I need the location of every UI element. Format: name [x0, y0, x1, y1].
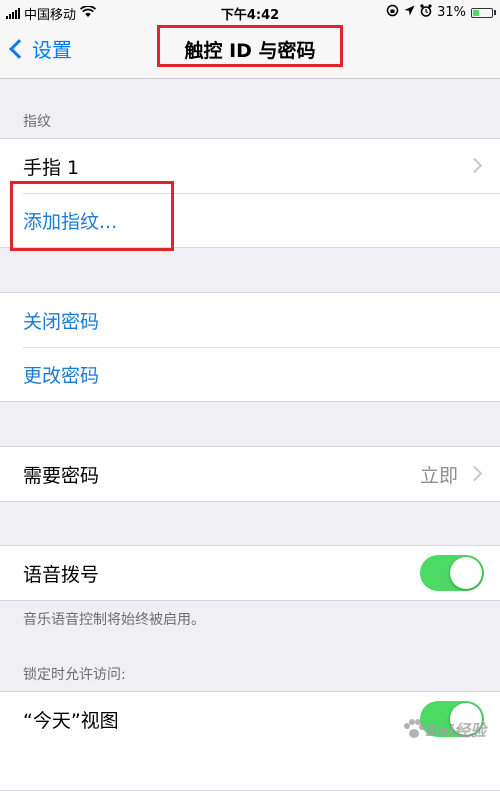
row-voice-dial: 语音拨号	[0, 546, 500, 600]
voice-dial-footnote: 音乐语音控制将始终被启用。	[23, 612, 205, 628]
status-right: 31%	[386, 4, 496, 21]
require-passcode-group: 需要密码 立即	[0, 446, 500, 502]
voice-dial-group: 语音拨号	[0, 545, 500, 601]
battery-icon	[471, 7, 493, 18]
passcode-group: 关闭密码 更改密码	[0, 292, 500, 402]
location-icon	[404, 5, 415, 20]
fingerprint-section-header: 指纹	[23, 114, 51, 130]
baidu-watermark: Bai经验	[403, 717, 486, 741]
navigation-bar: 设置 触控 ID 与密码	[0, 24, 500, 79]
row-change-passcode[interactable]: 更改密码	[0, 347, 500, 401]
turn-off-passcode-label: 关闭密码	[23, 311, 100, 333]
title-highlight-box	[157, 25, 343, 67]
row-require-passcode[interactable]: 需要密码 立即	[0, 447, 500, 501]
change-passcode-label: 更改密码	[23, 365, 100, 387]
locked-access-section-header: 锁定时允许访问:	[23, 667, 126, 683]
battery-fill	[473, 9, 479, 16]
chevron-right-icon	[466, 465, 483, 482]
finger-1-label: 手指 1	[23, 157, 80, 179]
locked-access-group: “今天”视图	[0, 691, 500, 791]
voice-dial-toggle[interactable]	[420, 555, 484, 591]
watermark-text: Bai经验	[425, 721, 486, 740]
battery-percent: 31%	[437, 5, 466, 20]
paw-logo-icon	[403, 719, 425, 739]
row-turn-off-passcode[interactable]: 关闭密码	[0, 293, 500, 347]
voice-dial-label: 语音拨号	[23, 564, 100, 586]
battery-cap	[494, 10, 496, 15]
rotation-lock-icon	[386, 4, 399, 21]
today-view-label: “今天”视图	[23, 710, 119, 732]
chevron-right-icon	[466, 157, 483, 174]
require-passcode-value: 立即	[419, 465, 458, 487]
alarm-icon	[420, 4, 432, 21]
add-fingerprint-highlight-box	[10, 181, 174, 251]
status-bar: 中国移动 下午4:42 31%	[0, 0, 500, 24]
require-passcode-label: 需要密码	[23, 465, 100, 487]
toggle-knob	[450, 557, 482, 589]
